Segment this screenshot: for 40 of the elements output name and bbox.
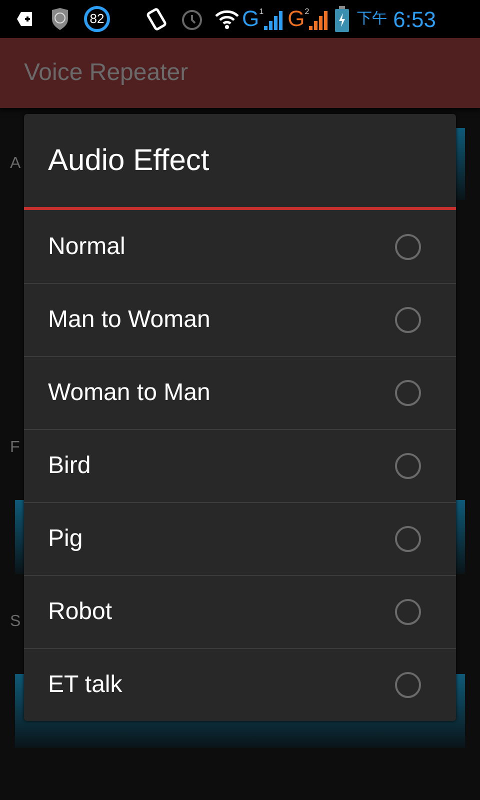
option-label: Man to Woman — [48, 305, 210, 335]
network-type: G — [288, 8, 305, 30]
alarm-clock-icon — [180, 7, 204, 31]
option-label: ET talk — [48, 670, 122, 700]
add-tag-icon — [16, 10, 34, 28]
option-row[interactable]: Robot — [24, 575, 456, 648]
radio-button[interactable] — [395, 307, 421, 333]
section-label: S — [10, 612, 21, 632]
radio-button[interactable] — [395, 234, 421, 260]
battery-badge: 82 — [84, 6, 110, 32]
radio-button[interactable] — [395, 453, 421, 479]
sim-number: 1 — [259, 6, 264, 18]
section-label: A — [10, 154, 21, 174]
signal-icon — [264, 8, 284, 30]
section-label: F — [10, 438, 20, 458]
battery-charging-icon — [335, 6, 350, 32]
option-label: Bird — [48, 451, 91, 481]
wifi-icon — [214, 8, 240, 30]
radio-button[interactable] — [395, 380, 421, 406]
radio-button[interactable] — [395, 599, 421, 625]
time-period: 下午 — [357, 8, 388, 29]
option-label: Pig — [48, 524, 83, 554]
option-row[interactable]: Normal — [24, 210, 456, 283]
option-label: Robot — [48, 597, 112, 627]
dialog-title: Audio Effect — [48, 143, 210, 179]
option-label: Normal — [48, 232, 126, 262]
app-title: Voice Repeater — [24, 58, 188, 88]
radio-button[interactable] — [395, 526, 421, 552]
shield-icon — [50, 7, 70, 31]
option-label: Woman to Man — [48, 378, 210, 408]
option-row[interactable]: Pig — [24, 502, 456, 575]
radio-button[interactable] — [395, 672, 421, 698]
sim-number: 2 — [304, 6, 310, 18]
option-row[interactable]: Bird — [24, 429, 456, 502]
option-row[interactable]: Woman to Man — [24, 356, 456, 429]
network-type: G — [242, 8, 260, 30]
option-row[interactable]: ET talk — [24, 648, 456, 721]
clock-time: 6:53 — [393, 6, 436, 34]
option-row[interactable]: Man to Woman — [24, 283, 456, 356]
signal-icon — [309, 8, 330, 30]
